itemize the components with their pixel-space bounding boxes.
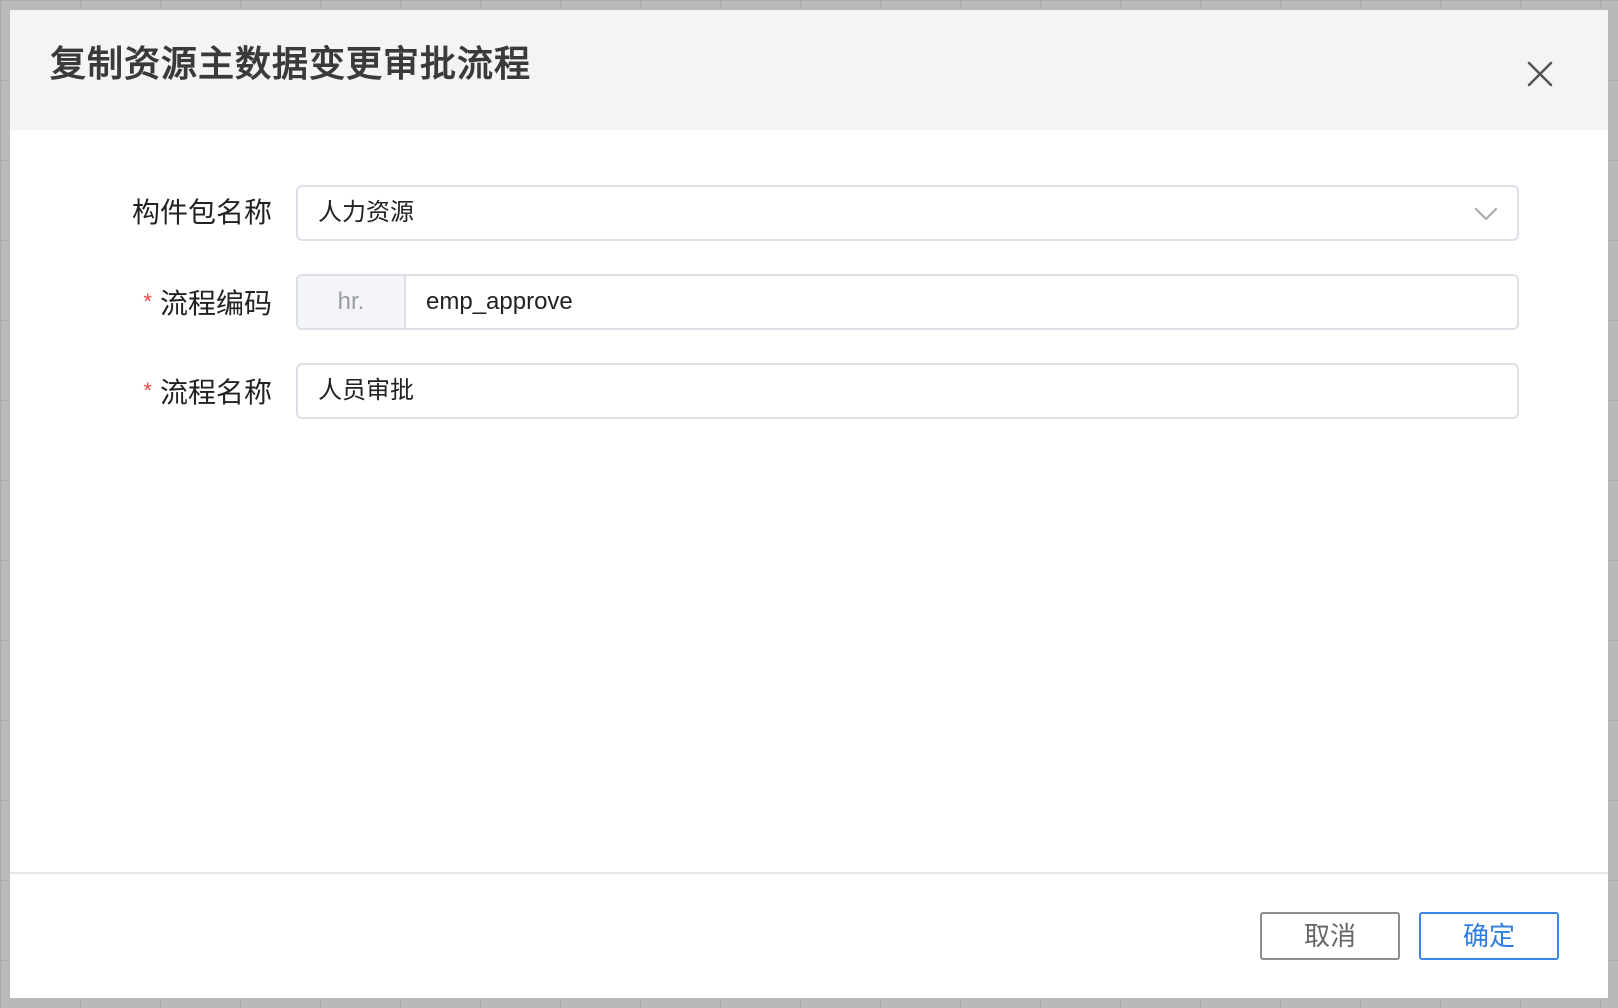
process-code-label-text: 流程编码 xyxy=(159,288,272,319)
required-mark: * xyxy=(143,378,152,403)
package-name-label: 构件包名称 xyxy=(132,185,272,241)
dialog-header: 复制资源主数据变更审批流程 xyxy=(10,10,1608,130)
chevron-down-icon xyxy=(1474,207,1498,221)
close-icon xyxy=(1527,61,1553,87)
process-code-label: * 流程编码 xyxy=(143,274,272,330)
process-name-label: * 流程名称 xyxy=(143,363,272,419)
process-name-input-value: 人员审批 xyxy=(318,377,414,404)
close-button[interactable] xyxy=(1520,55,1560,95)
copy-process-dialog: 复制资源主数据变更审批流程 构件包名称 人力资源 * 流程编码 hr. emp_… xyxy=(10,10,1608,998)
form-row-process-code: * 流程编码 hr. emp_approve xyxy=(10,274,1608,330)
dialog-title: 复制资源主数据变更审批流程 xyxy=(50,43,532,84)
footer-divider xyxy=(10,872,1608,874)
form-row-package: 构件包名称 人力资源 xyxy=(10,185,1608,241)
package-select[interactable]: 人力资源 xyxy=(296,185,1519,241)
cancel-button[interactable]: 取消 xyxy=(1260,912,1400,960)
package-name-label-text: 构件包名称 xyxy=(131,197,272,228)
confirm-button[interactable]: 确定 xyxy=(1419,912,1559,960)
package-select-value: 人力资源 xyxy=(318,199,414,226)
process-code-input-group[interactable]: hr. emp_approve xyxy=(296,274,1519,330)
process-code-prefix: hr. xyxy=(298,276,406,328)
form-row-process-name: * 流程名称 人员审批 xyxy=(10,363,1608,419)
process-name-input[interactable]: 人员审批 xyxy=(296,363,1519,419)
process-name-label-text: 流程名称 xyxy=(159,377,272,408)
process-code-input[interactable]: emp_approve xyxy=(426,276,573,328)
required-mark: * xyxy=(143,289,152,314)
